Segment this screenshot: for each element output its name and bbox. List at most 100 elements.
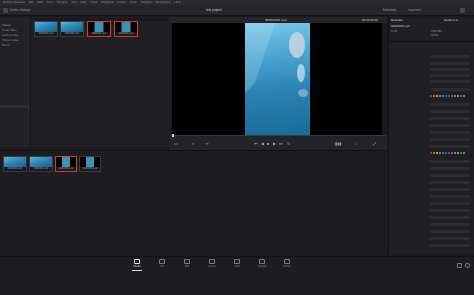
metadata-field[interactable]: [430, 237, 470, 240]
file-name: 000000000.mp4: [391, 25, 410, 28]
clip-name: 0000000.mp4: [56, 167, 76, 171]
color-swatches[interactable]: [430, 152, 465, 154]
fps: 30.000: [431, 34, 439, 37]
skip-back-icon[interactable]: ⏮: [254, 141, 258, 146]
media-storage-label[interactable]: Media Storage: [10, 5, 31, 16]
in-point-icon[interactable]: ●: [192, 141, 194, 146]
metadata-tab-label[interactable]: Media Pool: [444, 18, 458, 22]
metadata-field[interactable]: [430, 74, 470, 77]
sidebar-item[interactable]: Music: [0, 43, 30, 48]
clip-name: 0000000.mp4: [115, 32, 137, 36]
title-bar: Media Storage test project Metadata Insp…: [0, 5, 474, 16]
pool-clip[interactable]: 0000000.mp4: [79, 156, 101, 172]
cut-page-icon: [159, 259, 165, 264]
page-tab-deliver[interactable]: Deliver: [272, 259, 302, 268]
viewer-controls: ▭ ● ⇤ ⏮ ◀ ■ ▶ ⏭ ↻ ▮▮▮ ♪ ⤢: [170, 134, 387, 150]
media-page-icon: [134, 259, 140, 264]
color-swatches[interactable]: [430, 95, 465, 97]
media-storage-icon[interactable]: [3, 8, 8, 13]
metadata-field[interactable]: [430, 195, 470, 198]
metadata-field[interactable]: [430, 55, 470, 58]
pool-clip[interactable]: 0000000.mp4: [55, 156, 77, 172]
metadata-field[interactable]: [430, 103, 470, 106]
clip-thumbnail: [80, 157, 100, 167]
metadata-field[interactable]: [430, 145, 470, 148]
metadata-field[interactable]: [430, 117, 470, 120]
divider: [389, 41, 474, 42]
metadata-tab[interactable]: Metadata: [383, 5, 396, 16]
inspector-tab[interactable]: Inspector: [408, 5, 421, 16]
video-frame: [245, 23, 310, 135]
clip-name: 0000000.mp4: [80, 167, 100, 171]
metadata-panel: Metadata Media Pool 000000000.mp4 H.264 …: [388, 17, 474, 255]
metadata-field[interactable]: [430, 80, 470, 83]
audio-meter-icon[interactable]: ▮▮▮: [335, 141, 342, 146]
viewer-mode-icon[interactable]: ▭: [174, 141, 178, 146]
metadata-field[interactable]: [430, 110, 470, 113]
bin-clip[interactable]: 0000000.mp4: [87, 21, 111, 37]
clip-thumbnail: [56, 157, 76, 167]
metadata-header: Metadata: [391, 18, 403, 22]
pool-clip[interactable]: 0000000.mp4: [3, 156, 27, 172]
metadata-field[interactable]: [430, 174, 470, 177]
bin-clip[interactable]: 0000000.mp4: [34, 21, 58, 37]
metadata-field[interactable]: [430, 223, 470, 226]
clip-thumbnail: [35, 22, 57, 32]
settings-icon[interactable]: [460, 8, 465, 13]
clip-thumbnail: [61, 22, 83, 32]
scrubber-track[interactable]: [172, 135, 385, 136]
clip-thumbnail: [115, 22, 137, 32]
color-page-icon: [234, 259, 240, 264]
edit-page-icon: [184, 259, 190, 264]
metadata-field[interactable]: [430, 209, 470, 212]
clip-name: 0000000.mp4: [4, 167, 26, 171]
left-panel: Master Smart Bins Audio Folder Video Fol…: [0, 17, 31, 147]
metadata-field[interactable]: [430, 131, 470, 134]
bin-clip[interactable]: 0000000.mp4: [60, 21, 84, 37]
metadata-field[interactable]: [430, 202, 470, 205]
pool-clip[interactable]: 0000000.mp4: [29, 156, 53, 172]
clip-name: 0000000.mp4: [30, 167, 52, 171]
project-title: test project: [206, 8, 222, 12]
metadata-field[interactable]: [430, 62, 470, 65]
fullscreen-icon[interactable]: ⤢: [373, 141, 376, 146]
fusion-page-icon: [209, 259, 215, 264]
metadata-field[interactable]: [430, 216, 470, 219]
stop-icon[interactable]: ■: [267, 141, 269, 146]
divider: [0, 105, 30, 108]
metadata-field[interactable]: [430, 88, 470, 91]
play-reverse-icon[interactable]: ◀: [261, 141, 264, 146]
media-pool: 0000000.mp4 0000000.mp4 0000000.mp4 0000…: [0, 150, 388, 256]
volume-icon[interactable]: ♪: [355, 141, 357, 146]
metadata-field[interactable]: [430, 167, 470, 170]
bin-panel: 0000000.mp4 0000000.mp4 0000000.mp4 0000…: [31, 17, 170, 147]
metadata-field[interactable]: [430, 124, 470, 127]
metadata-field[interactable]: [430, 230, 470, 233]
home-icon[interactable]: [457, 263, 462, 268]
page-label: Deliver: [282, 265, 292, 268]
codec: H.264: [391, 30, 398, 33]
bin-clip[interactable]: 0000000.mp4: [114, 21, 138, 37]
fairlight-page-icon: [259, 259, 265, 264]
metadata-field[interactable]: [430, 68, 470, 71]
deliver-page-icon: [284, 259, 290, 264]
out-point-icon[interactable]: ⇤: [206, 141, 209, 146]
metadata-field[interactable]: [430, 138, 470, 141]
settings-icon[interactable]: [465, 263, 470, 268]
metadata-field[interactable]: [430, 244, 470, 247]
video-content: [245, 23, 308, 97]
clip-thumbnail: [88, 22, 110, 32]
resolution: 720x1280: [431, 30, 442, 33]
playhead-handle[interactable]: [172, 134, 174, 137]
clip-thumbnail: [4, 157, 26, 167]
skip-forward-icon[interactable]: ⏭: [279, 141, 283, 146]
clip-name: 0000000.mp4: [88, 32, 110, 36]
play-icon[interactable]: ▶: [273, 141, 276, 146]
metadata-field[interactable]: [430, 188, 470, 191]
clip-name: 0000000.mp4: [35, 32, 57, 36]
clip-thumbnail: [30, 157, 52, 167]
metadata-field[interactable]: [430, 160, 470, 163]
clip-name: 0000000.mp4: [61, 32, 83, 36]
loop-icon[interactable]: ↻: [287, 141, 290, 146]
metadata-field[interactable]: [430, 181, 470, 184]
